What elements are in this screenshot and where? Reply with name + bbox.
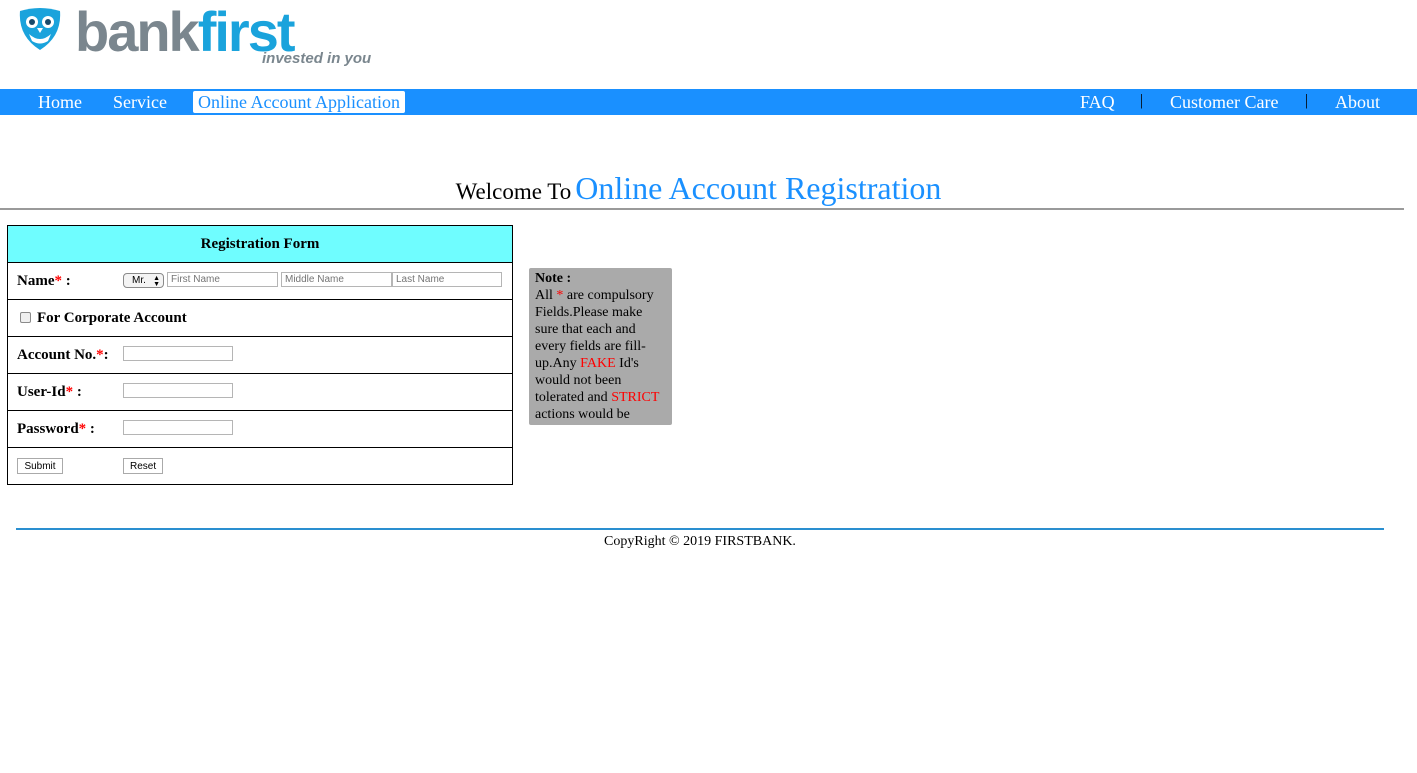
first-name-input[interactable] — [167, 272, 278, 287]
nav-about[interactable]: About — [1335, 89, 1380, 115]
required-star: * — [96, 347, 104, 363]
nav-home[interactable]: Home — [38, 89, 82, 115]
page-title: Online Account Registration — [575, 170, 942, 206]
logo-tagline: invested in you — [262, 50, 372, 67]
main-nav: Home Service Online Account Application … — [0, 89, 1417, 115]
name-row: Name* : Mr. ▲ ▼ — [8, 262, 512, 299]
last-name-input[interactable] — [392, 272, 502, 287]
page-heading: Welcome To Online Account Registration — [0, 170, 1397, 207]
buttons-row: Submit Reset — [8, 447, 512, 484]
userid-input[interactable] — [123, 383, 233, 398]
middle-name-input[interactable] — [281, 272, 392, 287]
salutation-select[interactable]: Mr. ▲ ▼ — [123, 273, 164, 288]
registration-form: Registration Form Name* : Mr. ▲▼ For Cor… — [7, 225, 513, 485]
nav-separator: | — [1305, 92, 1309, 109]
password-row: Password* : — [8, 410, 512, 447]
nav-faq[interactable]: FAQ — [1080, 89, 1115, 115]
reset-button[interactable]: Reset — [123, 458, 163, 474]
select-arrows-icon: ▲ ▼ — [153, 275, 160, 288]
corporate-account-label: For Corporate Account — [37, 310, 187, 326]
owl-shield-icon — [19, 8, 61, 50]
nav-customer-care[interactable]: Customer Care — [1170, 89, 1278, 115]
account-number-input[interactable] — [123, 346, 233, 361]
note-box: Note : All * are compulsory Fields.Pleas… — [529, 268, 672, 425]
note-text: All * are compulsory Fields.Please make … — [535, 288, 660, 422]
copyright-text: CopyRight © 2019 FIRSTBANK. — [604, 534, 796, 549]
nav-online-account-application[interactable]: Online Account Application — [193, 91, 405, 113]
password-input[interactable] — [123, 420, 233, 435]
footer-divider — [16, 528, 1384, 530]
note-fake-highlight: FAKE — [580, 356, 616, 371]
userid-label: User-Id* : — [17, 384, 82, 400]
required-star: * — [54, 273, 63, 289]
name-label: Name* : — [17, 273, 71, 289]
submit-button[interactable]: Submit — [17, 458, 63, 474]
note-title: Note : — [535, 271, 572, 286]
nav-separator: | — [1140, 92, 1144, 109]
logo-word-bank: bank — [75, 0, 200, 63]
password-label: Password* : — [17, 421, 95, 437]
heading-divider — [0, 208, 1404, 210]
bank-logo[interactable]: bankfirst invested in you — [17, 0, 417, 70]
required-star: * — [65, 384, 74, 400]
heading-prefix: Welcome To — [455, 179, 572, 204]
logo-wordmark: bankfirst — [75, 0, 295, 64]
note-strict-highlight: STRICT — [611, 390, 660, 405]
corporate-account-checkbox[interactable] — [20, 312, 31, 323]
form-title: Registration Form — [8, 226, 512, 262]
account-label: Account No.*: — [17, 347, 109, 363]
corporate-row: For Corporate Account — [8, 299, 512, 336]
userid-row: User-Id* : — [8, 373, 512, 410]
nav-service[interactable]: Service — [113, 89, 167, 115]
account-row: Account No.*: — [8, 336, 512, 373]
